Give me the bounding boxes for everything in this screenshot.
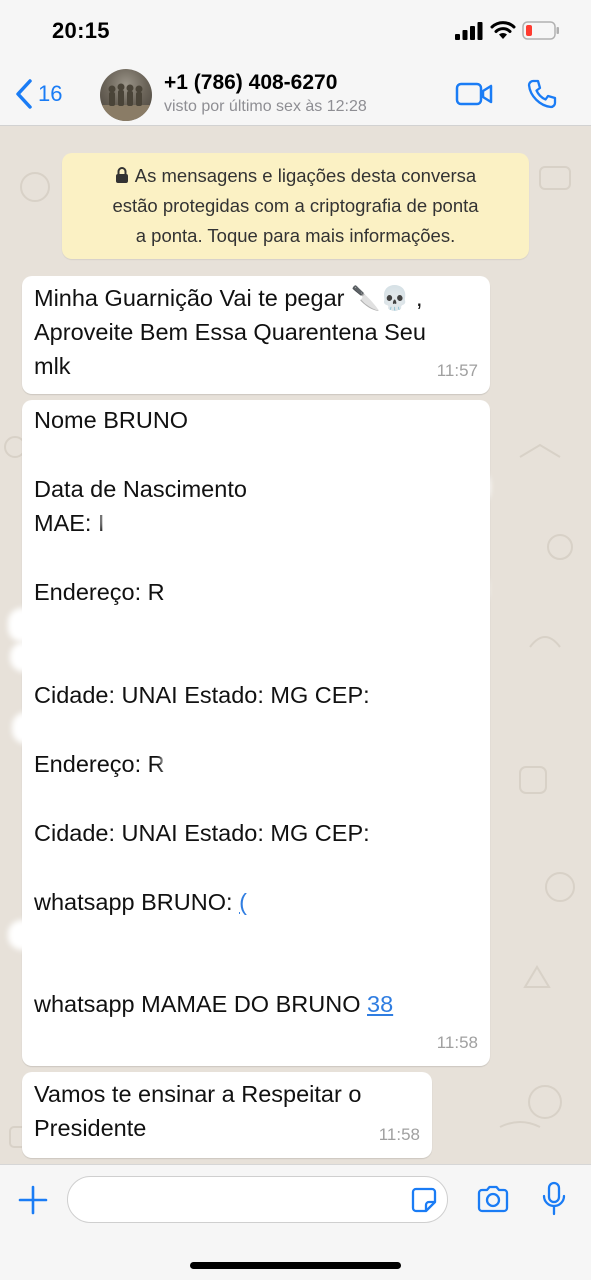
last-seen-status: visto por último sex às 12:28	[164, 98, 367, 115]
battery-low-icon	[522, 21, 559, 40]
message-line: Minha Guarnição Vai te pegar 🔪💀 ,	[34, 285, 423, 311]
phone-icon[interactable]	[526, 78, 558, 110]
incoming-message[interactable]: Vamos te ensinar a Respeitar o President…	[22, 1072, 432, 1158]
cellular-signal-icon	[455, 22, 483, 40]
message-time: 11:58	[378, 1124, 420, 1144]
status-time: 20:15	[52, 18, 110, 43]
encryption-notice[interactable]: As mensagens e ligações desta conversa e…	[62, 153, 529, 259]
incoming-message[interactable]: Nome BRUNO Data de Nascimento MAE: I End…	[8, 400, 490, 1066]
message-line: Endereço: R	[34, 751, 165, 777]
chevron-left-icon	[16, 79, 32, 109]
redaction-mark	[8, 920, 258, 950]
message-input[interactable]	[67, 1176, 448, 1223]
message-line: Cidade: UNAI Estado: MG CEP:	[34, 682, 370, 708]
wifi-icon	[490, 21, 516, 39]
lock-icon	[115, 167, 128, 183]
encryption-notice-line-2: estão protegidas com a criptografia de p…	[112, 195, 479, 216]
encryption-notice-line-1: As mensagens e ligações desta conversa	[62, 161, 529, 191]
message-line: whatsapp MAMAE DO BRUNO 38	[34, 987, 393, 1022]
message-line: Nome BRUNO	[34, 407, 189, 433]
redaction-mark	[28, 440, 198, 468]
redaction-mark	[8, 608, 478, 642]
redaction-mark	[12, 712, 252, 744]
redaction-mark	[26, 780, 326, 810]
incoming-message[interactable]: Minha Guarnição Vai te pegar 🔪💀 , Aprove…	[22, 276, 490, 394]
sticker-icon[interactable]	[411, 1187, 437, 1213]
redaction-mark	[162, 744, 462, 778]
video-call-icon[interactable]	[455, 80, 493, 108]
redaction-mark	[192, 408, 482, 434]
redaction-mark	[26, 1020, 216, 1050]
message-line: whatsapp BRUNO: (	[34, 885, 247, 920]
message-line: Endereço: R	[34, 579, 165, 605]
avatar[interactable]	[100, 69, 152, 121]
encryption-notice-line-3: a ponta. Toque para mais informações.	[135, 225, 456, 246]
redaction-mark	[26, 850, 226, 882]
message-line: Aproveite Bem Essa Quarentena Seu	[34, 319, 426, 345]
message-line: Vamos te ensinar a Respeitar o	[34, 1081, 362, 1107]
encryption-notice-text-1: As mensagens e ligações desta conversa	[134, 165, 477, 186]
chat-header: 16 +1 (786) 408-6270 visto por último se…	[0, 64, 591, 126]
message-line: Presidente	[34, 1115, 147, 1141]
message-time: 11:57	[436, 360, 478, 380]
message-line: mlk	[34, 353, 71, 379]
back-button[interactable]: 16	[14, 76, 62, 112]
whatsapp-label: whatsapp MAMAE DO BRUNO	[34, 991, 361, 1017]
group-photo-icon	[100, 83, 152, 121]
chat-area[interactable]: As mensagens e ligações desta conversa e…	[0, 127, 591, 1164]
message-time: 11:58	[436, 1032, 478, 1052]
contact-name[interactable]: +1 (786) 408-6270	[164, 71, 337, 95]
status-bar: 20:15	[0, 0, 591, 64]
redaction-mark	[292, 885, 472, 917]
phone-link[interactable]: 38	[367, 991, 393, 1017]
redaction-mark	[102, 502, 482, 536]
message-line: MAE: I	[34, 510, 105, 536]
redaction-mark	[170, 572, 488, 606]
home-indicator	[190, 1262, 401, 1269]
whatsapp-label: whatsapp BRUNO:	[34, 889, 233, 915]
phone-link[interactable]: (	[239, 889, 247, 915]
unread-count: 16	[38, 81, 63, 106]
redaction-mark	[10, 642, 240, 672]
redaction-mark	[280, 470, 490, 504]
plus-icon[interactable]	[18, 1185, 48, 1215]
input-bar	[0, 1164, 591, 1280]
camera-icon[interactable]	[476, 1185, 510, 1213]
redaction-mark	[28, 540, 188, 566]
message-line: Cidade: UNAI Estado: MG CEP:	[34, 820, 370, 846]
microphone-icon[interactable]	[541, 1181, 567, 1217]
